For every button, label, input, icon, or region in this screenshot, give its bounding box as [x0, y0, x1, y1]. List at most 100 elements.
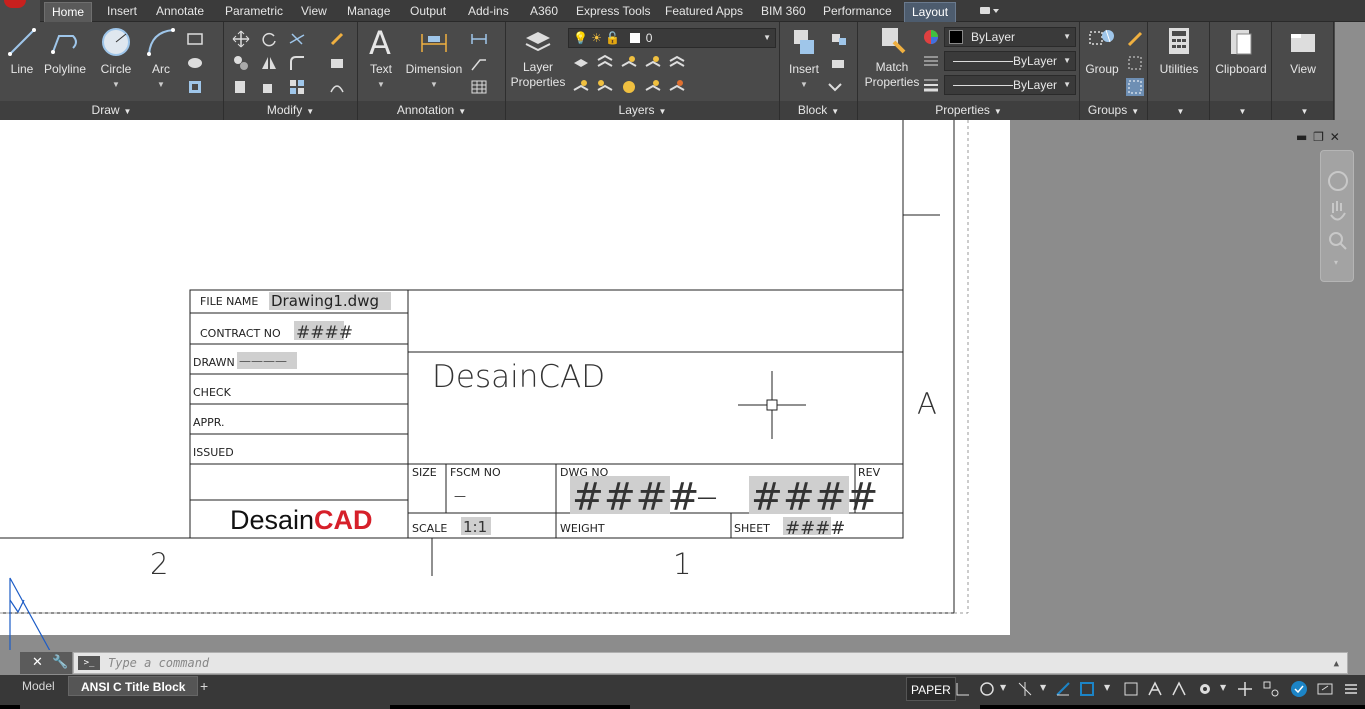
offset-icon[interactable] [328, 78, 346, 96]
customization-menu-icon[interactable] [1342, 680, 1360, 698]
layer-off-icon[interactable] [644, 54, 662, 72]
osnap-icon[interactable] [1054, 680, 1072, 698]
customize-command-icon[interactable]: 🔧 [52, 655, 68, 670]
modify-panel-title[interactable]: Modify ▼ [224, 101, 357, 120]
trim-icon[interactable] [288, 30, 306, 48]
hatch-icon[interactable] [186, 54, 204, 72]
layer-unlock-icon[interactable] [668, 78, 686, 96]
grid-icon[interactable] [954, 680, 972, 698]
utilities-panel-title[interactable]: ▼ [1148, 101, 1209, 120]
isolate-objects-icon[interactable] [1262, 680, 1280, 698]
tab-add-ins[interactable]: Add-ins [461, 2, 516, 22]
tab-view[interactable]: View [294, 2, 334, 22]
array-icon[interactable] [288, 78, 306, 96]
rotate-icon[interactable] [260, 30, 278, 48]
application-menu-button[interactable] [0, 0, 40, 22]
annotation-visibility-icon[interactable] [1146, 680, 1164, 698]
tab-annotate[interactable]: Annotate [149, 2, 211, 22]
title-block-drawing[interactable]: FILE NAME Drawing1.dwg CONTRACT NO #### … [0, 120, 1010, 650]
copy-icon[interactable] [232, 54, 250, 72]
boundary-icon[interactable] [186, 78, 204, 96]
insert-button[interactable]: Insert ▼ [784, 26, 824, 92]
draw-panel-title[interactable]: Draw ▼ [0, 101, 223, 120]
create-block-icon[interactable] [830, 30, 848, 48]
layer-lock-icon[interactable] [668, 54, 686, 72]
group-button[interactable]: Group [1084, 26, 1120, 77]
utilities-button[interactable]: Utilities [1152, 26, 1206, 77]
text-button[interactable]: A Text ▼ [366, 26, 396, 92]
layer-state-icon[interactable] [572, 54, 590, 72]
layer-dropdown[interactable]: 💡 ☀ 🔓 0 ▼ [568, 28, 776, 48]
workspace-gear-icon[interactable] [1196, 680, 1214, 698]
layer-on-icon[interactable] [644, 78, 662, 96]
clean-screen-icon[interactable] [1316, 680, 1334, 698]
ungroup-icon[interactable] [1126, 30, 1144, 48]
lineweight-display-icon[interactable] [1122, 680, 1140, 698]
fillet-icon[interactable] [288, 54, 306, 72]
tab-featured-apps[interactable]: Featured Apps [658, 2, 750, 22]
add-scale-icon[interactable] [1236, 680, 1254, 698]
snap-icon[interactable] [978, 680, 996, 698]
layer-previous-icon[interactable] [596, 78, 614, 96]
polyline-button[interactable]: Polyline [42, 26, 88, 77]
layer-freeze-icon[interactable] [620, 54, 638, 72]
minimize-icon[interactable]: ▬ [1296, 130, 1307, 144]
scale-icon[interactable] [260, 78, 278, 96]
add-layout-button[interactable]: + [194, 676, 214, 696]
tab-home[interactable]: Home [44, 2, 93, 22]
lineweight-dropdown[interactable]: ByLayer ▼ [944, 75, 1076, 95]
tab-model[interactable]: Model [10, 676, 67, 696]
clipboard-panel-title[interactable]: ▼ [1210, 101, 1271, 120]
rectangle-icon[interactable] [186, 30, 204, 48]
arc-dropdown-icon[interactable]: ▼ [144, 77, 178, 92]
object-snap-tracking-icon[interactable] [1078, 680, 1096, 698]
clipboard-button[interactable]: Clipboard [1214, 26, 1268, 77]
close-command-line-icon[interactable]: ✕ [32, 655, 43, 670]
layers-panel-title[interactable]: Layers ▼ [506, 101, 779, 120]
tab-parametric[interactable]: Parametric [218, 2, 290, 22]
command-history-icon[interactable]: ▲ [1334, 654, 1339, 674]
layer-isolate-icon[interactable] [596, 54, 614, 72]
mirror-icon[interactable] [260, 54, 278, 72]
linear-dim-icon[interactable] [470, 30, 488, 48]
tab-insert[interactable]: Insert [100, 2, 144, 22]
leader-icon[interactable] [470, 54, 488, 72]
line-button[interactable]: Line [6, 26, 38, 77]
move-icon[interactable] [232, 30, 250, 48]
command-input[interactable]: >_ Type a command ▲ [73, 652, 1348, 674]
match-properties-button[interactable]: Match Properties [862, 26, 922, 90]
viewport-window-controls[interactable]: ▬ ❐ ✕ [1296, 130, 1340, 144]
layer-match-icon[interactable] [572, 78, 590, 96]
edit-attributes-icon[interactable] [826, 78, 844, 96]
annotation-panel-title[interactable]: Annotation ▼ [358, 101, 505, 120]
edit-block-icon[interactable] [830, 54, 848, 72]
block-panel-title[interactable]: Block ▼ [780, 101, 857, 120]
view-button[interactable]: View [1276, 26, 1330, 77]
group-edit-icon[interactable] [1126, 54, 1144, 72]
properties-panel-title[interactable]: Properties ▼ [858, 101, 1079, 120]
stretch-icon[interactable] [232, 78, 250, 96]
navigation-bar[interactable]: ▾ [1320, 150, 1354, 282]
linetype-dropdown[interactable]: ByLayer ▼ [944, 51, 1076, 71]
hardware-acceleration-icon[interactable] [1290, 680, 1308, 698]
tab-layout[interactable]: Layout [904, 2, 957, 22]
tab-bim-360[interactable]: BIM 360 [754, 2, 813, 22]
explode-icon[interactable] [328, 54, 346, 72]
circle-dropdown-icon[interactable]: ▼ [96, 77, 136, 92]
pan-icon[interactable] [1330, 201, 1346, 221]
dimension-button[interactable]: Dimension ▼ [404, 26, 464, 92]
circle-button[interactable]: Circle ▼ [96, 26, 136, 92]
steering-wheel-icon[interactable] [1328, 171, 1348, 191]
ribbon-options-icon[interactable] [978, 4, 1002, 18]
erase-icon[interactable] [328, 30, 346, 48]
polar-tracking-icon[interactable] [1016, 680, 1034, 698]
tab-manage[interactable]: Manage [340, 2, 397, 22]
color-dropdown[interactable]: ByLayer ▼ [944, 27, 1076, 47]
tab-a360[interactable]: A360 [523, 2, 565, 22]
view-panel-title[interactable]: ▼ [1272, 101, 1333, 120]
layer-thaw-icon[interactable] [620, 78, 638, 96]
close-icon[interactable]: ✕ [1330, 130, 1340, 144]
tab-output[interactable]: Output [403, 2, 453, 22]
command-prompt-icon[interactable]: >_ [78, 656, 100, 670]
paper-space-toggle[interactable]: PAPER [906, 677, 956, 701]
